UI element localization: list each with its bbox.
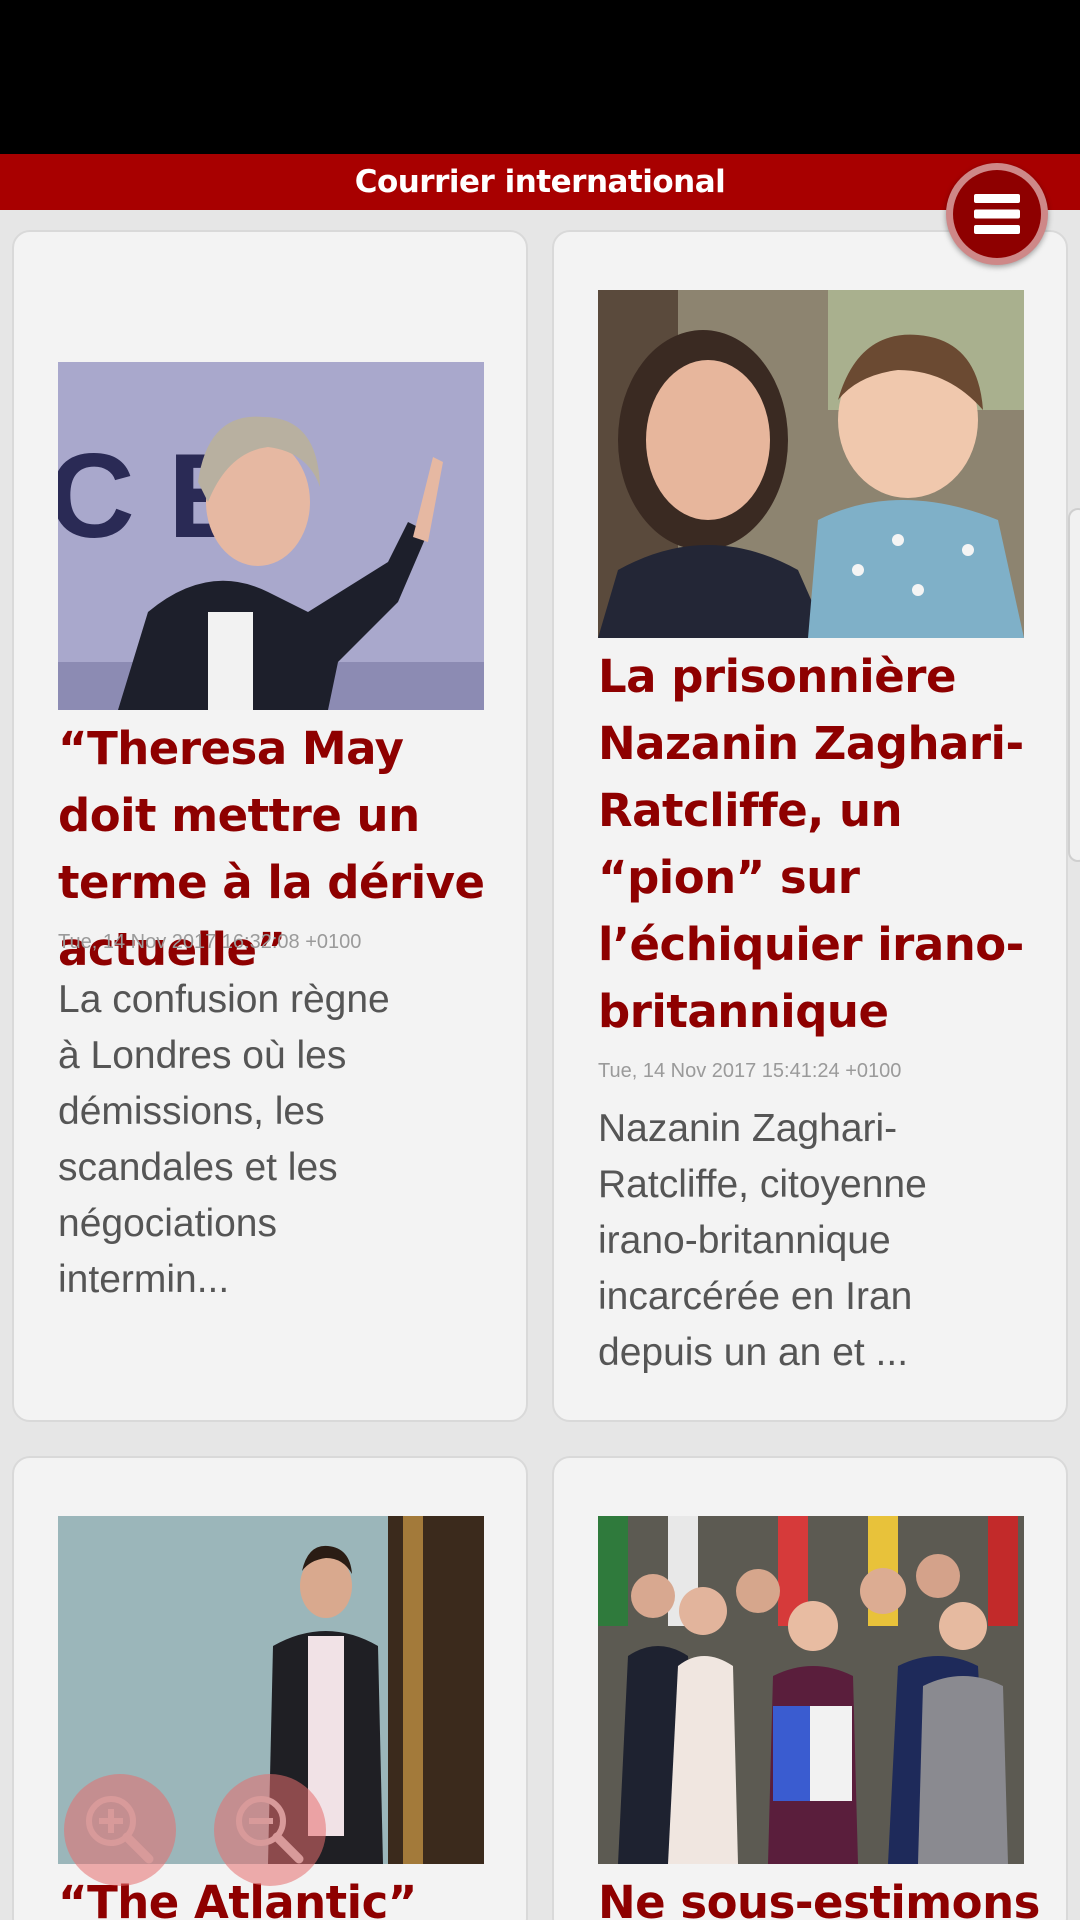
zoom-in-icon bbox=[86, 1796, 154, 1864]
app-title: Courrier international bbox=[354, 164, 726, 200]
article-image bbox=[598, 290, 1024, 638]
zoom-in-button[interactable] bbox=[64, 1774, 176, 1886]
zoom-out-button[interactable] bbox=[214, 1774, 326, 1886]
scroll-handle[interactable] bbox=[1068, 508, 1080, 862]
status-bar bbox=[0, 0, 1080, 154]
article-card[interactable]: La prisonnière Nazanin Zaghari-Ratcliffe… bbox=[552, 230, 1068, 1422]
article-excerpt: La confusion règne à Londres où les démi… bbox=[58, 978, 390, 1301]
article-image bbox=[598, 1516, 1024, 1864]
zoom-out-icon bbox=[236, 1796, 304, 1864]
menu-button-inner bbox=[953, 170, 1041, 258]
app-header: Courrier international bbox=[0, 154, 1080, 210]
hamburger-menu-icon bbox=[974, 194, 1020, 234]
article-date: Tue, 14 Nov 2017 16:32:08 +0100 bbox=[58, 931, 362, 953]
article-date: Tue, 14 Nov 2017 15:41:24 +0100 bbox=[598, 1060, 902, 1082]
article-image: C E bbox=[58, 362, 484, 710]
article-headline[interactable]: La prisonnière Nazanin Zaghari-Ratcliffe… bbox=[598, 643, 1038, 1045]
article-headline[interactable]: Ne sous-estimons bbox=[598, 1869, 1078, 1920]
menu-button[interactable] bbox=[946, 163, 1048, 265]
article-feed[interactable]: C E “Theresa May doit mettre un terme à … bbox=[0, 210, 1080, 1920]
article-excerpt: Nazanin Zaghari-Ratcliffe, citoyenne ira… bbox=[598, 1107, 927, 1374]
article-card[interactable]: C E “Theresa May doit mettre un terme à … bbox=[12, 230, 528, 1422]
article-card[interactable]: Ne sous-estimons bbox=[552, 1456, 1068, 1920]
